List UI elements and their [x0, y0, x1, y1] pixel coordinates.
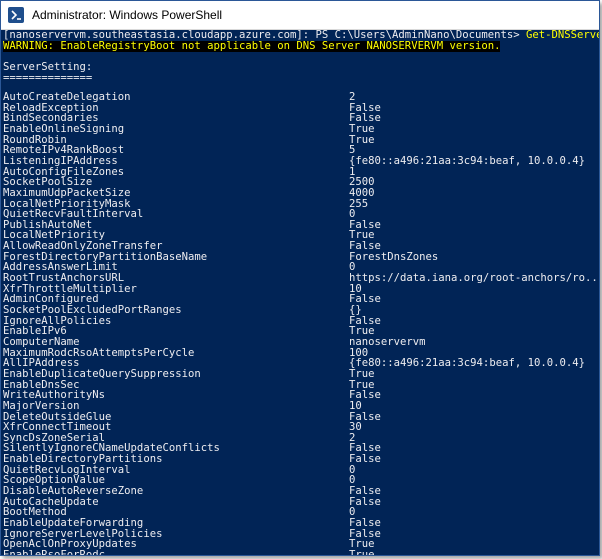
setting-row: EnableIPv6 True: [3, 326, 597, 337]
setting-row: IgnoreAllPolicies False: [3, 315, 597, 327]
console-output[interactable]: [nanoservervm.southeastasia.cloudapp.azu…: [1, 30, 599, 555]
setting-value: {fe80::a496:21aa:3c94:beaf, 10.0.0.4}: [349, 357, 585, 370]
setting-row: EnableOnlineSigning True: [3, 123, 597, 135]
setting-value: ForestDnsZones: [349, 250, 439, 263]
setting-value: {fe80::a496:21aa:3c94:beaf, 10.0.0.4}: [349, 154, 585, 167]
setting-value: True: [349, 548, 375, 555]
setting-row: EnableRsoForRodc True: [3, 548, 597, 555]
setting-row: QuietRecvFaultInterval 0: [3, 209, 597, 220]
setting-row: AutoConfigFileZones 1: [3, 166, 597, 178]
warning-line: WARNING: EnableRegistryBoot not applicab…: [3, 40, 501, 52]
powershell-icon: [8, 7, 24, 23]
setting-row: EnableDuplicateQuerySuppression True: [3, 368, 597, 380]
setting-value: https://data.iana.org/root-anchors/ro...: [349, 272, 599, 285]
command-text: Get-DNSServer: [526, 30, 599, 41]
powershell-window: Administrator: Windows PowerShell [nanos…: [0, 0, 600, 556]
setting-key: EnableRsoForRodc: [3, 548, 106, 555]
section-separator: ==============: [3, 72, 93, 84]
window-title: Administrator: Windows PowerShell: [32, 8, 223, 22]
setting-row: AutoCacheUpdate False: [3, 496, 597, 508]
setting-row: WriteAuthorityNs False: [3, 390, 597, 401]
title-bar[interactable]: Administrator: Windows PowerShell: [1, 1, 599, 30]
